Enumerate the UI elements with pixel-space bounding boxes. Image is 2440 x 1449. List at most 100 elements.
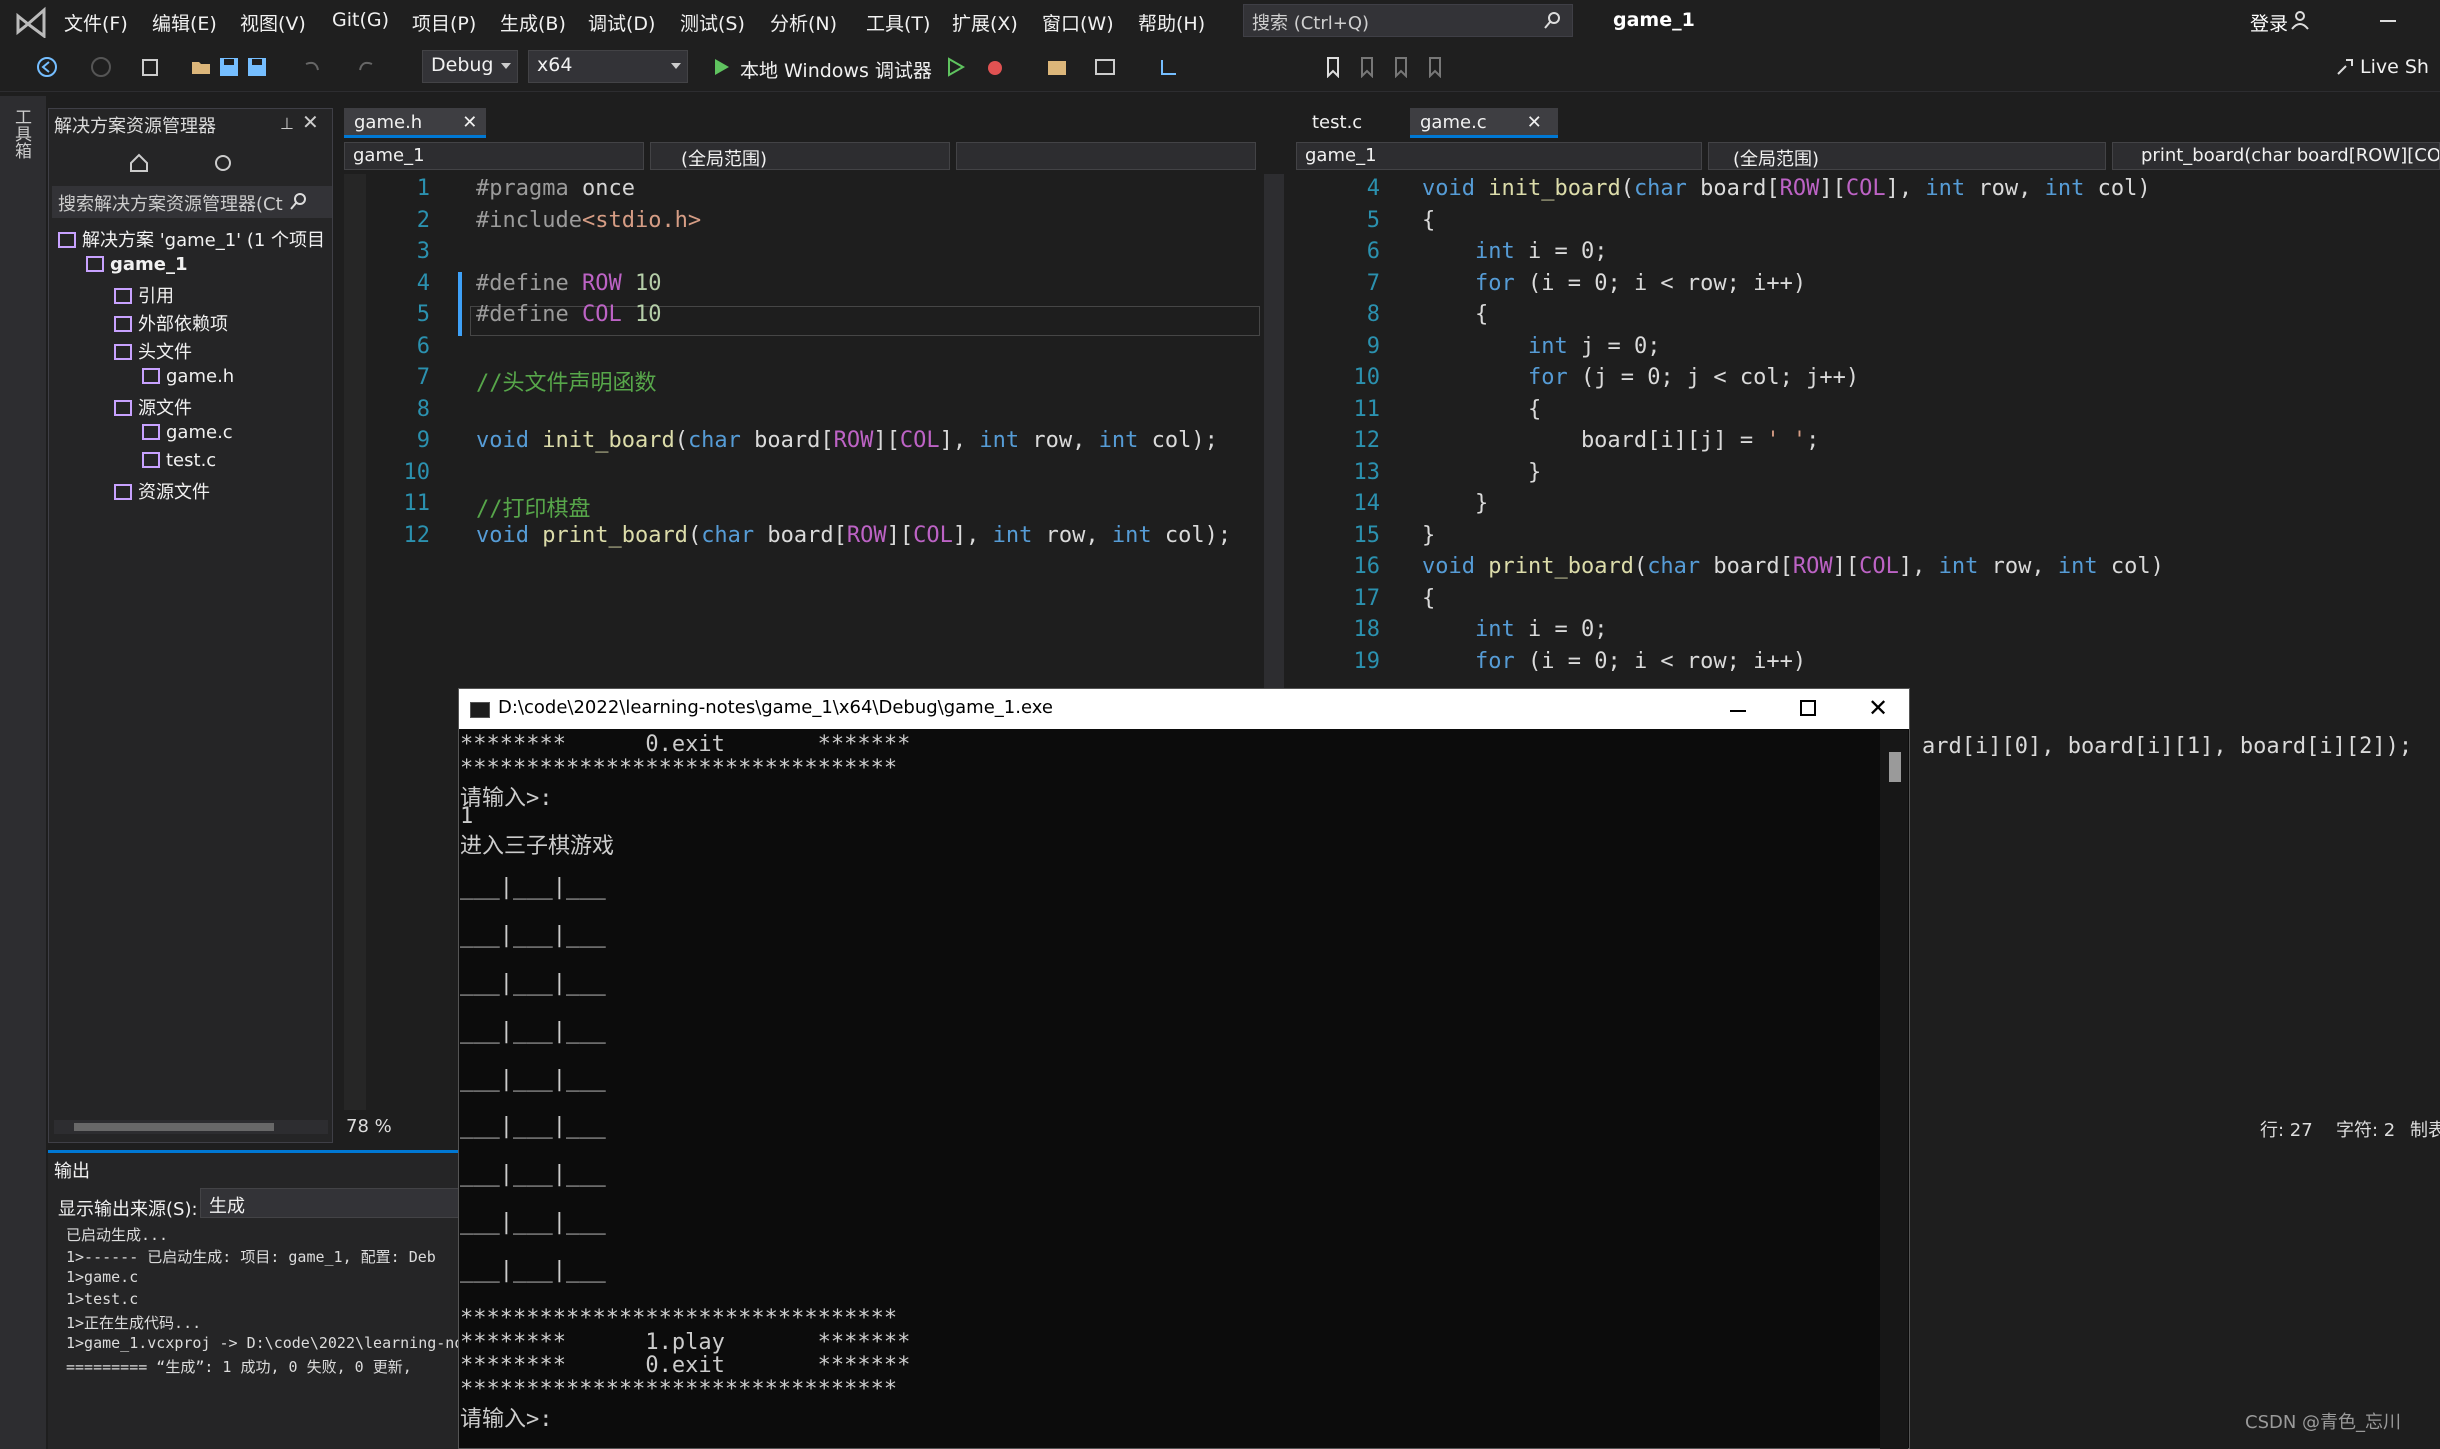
line-number: 10 bbox=[403, 459, 431, 485]
live-share-icon[interactable] bbox=[2334, 56, 2356, 78]
code-line-partial: ard[i][0], board[i][1], board[i][2]); bbox=[1922, 734, 2413, 759]
tree-item[interactable]: game.h bbox=[142, 366, 234, 387]
menu-item[interactable]: 文件(F) bbox=[64, 9, 128, 36]
tree-item[interactable]: 源文件 bbox=[114, 394, 192, 420]
console-maximize-button[interactable] bbox=[1800, 700, 1816, 716]
nav-project-label: game_1 bbox=[353, 145, 425, 166]
solution-explorer-toolbar bbox=[52, 146, 332, 180]
account-icon[interactable] bbox=[2290, 10, 2310, 30]
line-number: 5 bbox=[1366, 207, 1380, 233]
code-line: board[i][j] = ' '; bbox=[1422, 428, 1820, 453]
line-number: 9 bbox=[1366, 333, 1380, 359]
tree-item[interactable]: 解决方案 'game_1' (1 个项目 bbox=[58, 226, 325, 252]
pin-icon[interactable]: ⊥ bbox=[280, 114, 294, 133]
nav-project-label: game_1 bbox=[1305, 145, 1377, 166]
sync-icon[interactable] bbox=[212, 152, 234, 174]
project-nav-dropdown[interactable]: game_1 bbox=[344, 142, 644, 170]
code-line: #define ROW 10 bbox=[476, 270, 662, 296]
horizontal-scrollbar[interactable] bbox=[54, 1120, 328, 1134]
output-source-dropdown[interactable]: 生成 bbox=[200, 1188, 470, 1218]
layout-icon[interactable] bbox=[1094, 56, 1116, 78]
close-icon[interactable]: ✕ bbox=[462, 112, 477, 133]
login-button[interactable]: 登录 bbox=[2250, 9, 2288, 36]
next-bookmark-icon[interactable] bbox=[1390, 56, 1412, 78]
new-project-icon[interactable] bbox=[140, 56, 162, 78]
console-close-button[interactable]: ✕ bbox=[1868, 694, 1888, 722]
start-debugger-button[interactable]: 本地 Windows 调试器 bbox=[740, 56, 932, 83]
start-without-debugging-icon[interactable] bbox=[944, 56, 966, 78]
minimize-window-button[interactable] bbox=[2380, 20, 2396, 22]
hot-reload-icon[interactable] bbox=[984, 56, 1006, 78]
line-number: 9 bbox=[416, 428, 430, 453]
search-input[interactable]: 搜索 (Ctrl+Q) bbox=[1243, 4, 1573, 37]
platform-dropdown[interactable]: x64 bbox=[528, 50, 688, 83]
forward-icon[interactable] bbox=[90, 56, 112, 78]
previous-bookmark-icon[interactable] bbox=[1356, 56, 1378, 78]
tree-item[interactable]: game.c bbox=[142, 422, 233, 443]
console-scrollbar-thumb[interactable] bbox=[1889, 752, 1901, 782]
browse-icon[interactable] bbox=[1046, 56, 1068, 78]
line-number: 18 bbox=[1353, 617, 1381, 642]
tab-game-h[interactable]: game.h ✕ bbox=[344, 108, 486, 138]
clear-bookmarks-icon[interactable] bbox=[1424, 56, 1446, 78]
step-icon[interactable] bbox=[1158, 56, 1180, 78]
tree-item[interactable]: 资源文件 bbox=[114, 478, 210, 504]
menu-item[interactable]: 分析(N) bbox=[770, 9, 837, 36]
save-all-icon[interactable] bbox=[246, 56, 268, 78]
console-line: ___|___|___ bbox=[460, 923, 606, 949]
menu-item[interactable]: 项目(P) bbox=[412, 9, 476, 36]
watermark: CSDN @青色_忘川 bbox=[2245, 1412, 2402, 1433]
menu-item[interactable]: 帮助(H) bbox=[1138, 9, 1205, 36]
close-icon[interactable]: ✕ bbox=[302, 110, 319, 134]
tree-item[interactable]: 引用 bbox=[114, 282, 174, 308]
scope-nav-dropdown[interactable]: (全局范围) bbox=[650, 142, 950, 170]
tree-item[interactable]: 外部依赖项 bbox=[114, 310, 228, 336]
menu-item[interactable]: 编辑(E) bbox=[152, 9, 217, 36]
menu-item[interactable]: 工具(T) bbox=[866, 9, 930, 36]
menu-item[interactable]: 视图(V) bbox=[240, 9, 306, 36]
redo-icon[interactable] bbox=[356, 56, 378, 78]
output-line: 1>game.c bbox=[66, 1268, 139, 1286]
tab-game-c[interactable]: game.c ✕ bbox=[1410, 108, 1558, 138]
tab-label: test.c bbox=[1312, 112, 1363, 133]
menu-item[interactable]: 调试(D) bbox=[588, 9, 655, 36]
tree-item[interactable]: 头文件 bbox=[114, 338, 192, 364]
toolbox-tab[interactable]: 工具箱 bbox=[10, 108, 34, 159]
output-line: 已启动生成... bbox=[66, 1226, 169, 1244]
start-debugging-icon[interactable] bbox=[710, 56, 732, 78]
close-icon[interactable]: ✕ bbox=[1527, 112, 1542, 133]
nav-member-label: print_board(char board[ROW][CO bbox=[2141, 145, 2440, 166]
menu-item[interactable]: Git(G) bbox=[332, 9, 389, 31]
tree-node-icon bbox=[142, 368, 160, 384]
config-dropdown[interactable]: Debug bbox=[422, 50, 518, 83]
member-nav-dropdown[interactable] bbox=[956, 142, 1256, 170]
console-minimize-button[interactable] bbox=[1730, 710, 1746, 712]
home-icon[interactable] bbox=[128, 152, 150, 174]
menu-item[interactable]: 窗口(W) bbox=[1042, 9, 1114, 36]
config-value: Debug bbox=[431, 54, 494, 76]
save-icon[interactable] bbox=[218, 56, 240, 78]
zoom-level[interactable]: 78 % bbox=[346, 1116, 392, 1137]
open-folder-icon[interactable] bbox=[190, 56, 212, 78]
back-icon[interactable] bbox=[36, 56, 58, 78]
console-line: 进入三子棋游戏 bbox=[460, 833, 615, 859]
menu-item[interactable]: 生成(B) bbox=[500, 9, 566, 36]
scope-nav-dropdown[interactable]: (全局范围) bbox=[1708, 142, 2106, 170]
project-nav-dropdown[interactable]: game_1 bbox=[1296, 142, 1702, 170]
tab-test-c[interactable]: test.c bbox=[1302, 108, 1402, 138]
chevron-down-icon bbox=[671, 63, 681, 69]
line-number: 2 bbox=[416, 207, 430, 233]
output-line: 1>正在生成代码... bbox=[66, 1314, 202, 1332]
bookmark-icon[interactable] bbox=[1322, 56, 1344, 78]
console-line: ********************************* bbox=[460, 1305, 898, 1331]
console-scrollbar[interactable] bbox=[1880, 730, 1908, 1449]
live-share-button[interactable]: Live Sh bbox=[2360, 56, 2429, 78]
menu-item[interactable]: 测试(S) bbox=[680, 9, 745, 36]
member-nav-dropdown[interactable]: print_board(char board[ROW][CO bbox=[2112, 142, 2440, 170]
tree-item[interactable]: test.c bbox=[142, 450, 216, 471]
undo-icon[interactable] bbox=[300, 56, 322, 78]
console-line: ******** 1.play ******* bbox=[460, 1329, 911, 1355]
tree-item[interactable]: game_1 bbox=[86, 254, 188, 275]
menu-item[interactable]: 扩展(X) bbox=[952, 9, 1018, 36]
chevron-down-icon bbox=[501, 63, 511, 69]
